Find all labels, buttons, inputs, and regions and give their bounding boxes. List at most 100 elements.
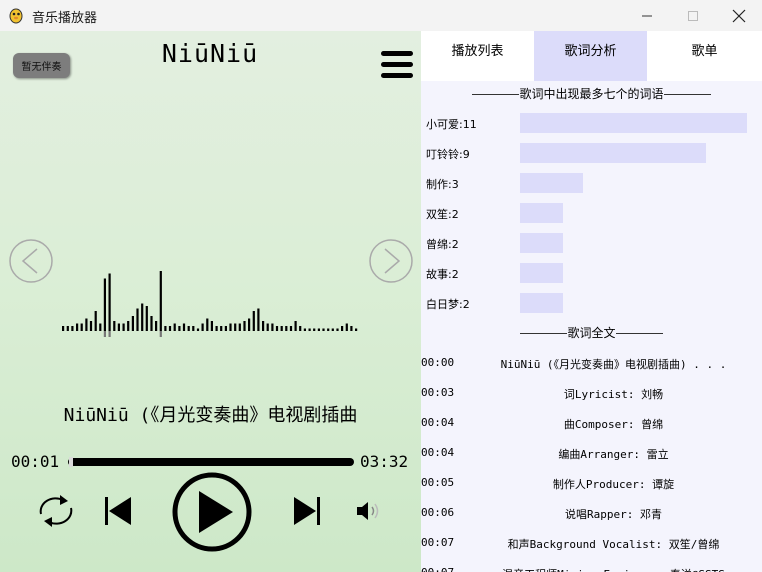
- lyric-line[interactable]: 00:03 词Lyricist: 刘畅: [421, 383, 762, 403]
- song-title: NiūNiū: [161, 39, 259, 68]
- play-icon[interactable]: [171, 471, 253, 553]
- spectrum-bar-reflection: [108, 331, 111, 337]
- spectrum-bar: [182, 323, 186, 331]
- spectrum-bar: [103, 278, 106, 331]
- spectrum-bar: [85, 318, 88, 331]
- menu-button[interactable]: [381, 49, 413, 81]
- maximize-icon: [688, 10, 698, 21]
- spectrum-bar: [206, 318, 209, 331]
- lyric-line[interactable]: 00:04 编曲Arranger: 雷立: [421, 443, 762, 463]
- lyric-line[interactable]: 00:06 说唱Rapper: 邓青: [421, 503, 762, 523]
- top-word-bar: [520, 203, 563, 223]
- divider: [520, 333, 568, 334]
- spectrum-bar: [350, 326, 353, 331]
- volume-icon[interactable]: [355, 500, 381, 522]
- spectrum-bar: [299, 326, 302, 331]
- chevron-right-icon[interactable]: [369, 239, 413, 283]
- top-word-bar: [520, 173, 583, 193]
- spectrum-bar: [113, 321, 116, 331]
- lyric-time: 00:06: [421, 506, 455, 519]
- spectrum-bar: [145, 306, 148, 331]
- spectrum-bar: [266, 323, 269, 331]
- lyrics-analysis-content: 歌词中出现最多七个的词语 小可爱:11 叮铃铃:9 制作:3 双笙:2 曾绵:2 故事:2…: [421, 81, 762, 572]
- tab-song-list[interactable]: 歌单: [647, 31, 762, 81]
- minimize-button[interactable]: [624, 0, 670, 31]
- spectrum-bar: [108, 273, 111, 331]
- spectrum-bar: [159, 271, 162, 331]
- divider: [663, 94, 711, 95]
- spectrum-bar: [271, 323, 274, 331]
- spectrum-bar: [94, 311, 97, 331]
- spectrum-bar: [168, 326, 172, 331]
- spectrum-bar: [257, 308, 260, 331]
- close-button[interactable]: [716, 0, 762, 31]
- spectrum-bar: [89, 321, 93, 331]
- lyric-line[interactable]: 00:07 和声Background Vocalist: 双笙/曾绵: [421, 533, 762, 553]
- spectrum-bar: [243, 321, 246, 331]
- tab-bar: 播放列表 歌词分析 歌单: [421, 31, 762, 81]
- side-panel: 播放列表 歌词分析 歌单 歌词中出现最多七个的词语 小可爱:11 叮铃铃:9 制作:…: [421, 31, 762, 572]
- spectrum-bar: [173, 323, 176, 331]
- tab-playlist[interactable]: 播放列表: [421, 31, 534, 81]
- spectrum-bar: [80, 323, 83, 331]
- lyric-time: 00:07: [421, 536, 455, 549]
- top-word-label: 曾绵:2: [426, 238, 459, 251]
- lyric-line[interactable]: 00:04 曲Composer: 曾绵: [421, 413, 762, 433]
- spectrum-bar: [62, 326, 65, 331]
- lyric-text: 说唱Rapper: 邓青: [565, 508, 662, 521]
- spectrum-bar: [341, 326, 344, 331]
- skip-previous-icon[interactable]: [103, 495, 135, 527]
- spectrum-bar: [331, 328, 334, 331]
- spectrum-bar: [127, 321, 130, 331]
- spectrum-bar: [327, 328, 330, 331]
- spectrum-bar: [136, 308, 139, 331]
- spectrum-bar: [215, 326, 218, 331]
- spectrum-bar: [229, 323, 232, 331]
- app-icon: [9, 8, 23, 24]
- menu-icon-bar: [381, 62, 413, 67]
- top-word-label: 故事:2: [426, 268, 459, 281]
- top-word-row: 双笙:2: [421, 203, 762, 223]
- menu-icon-bar: [381, 73, 413, 78]
- lyric-text: 制作人Producer: 谭旋: [552, 478, 675, 491]
- progress-handle[interactable]: [69, 457, 73, 467]
- loop-icon[interactable]: [33, 490, 79, 532]
- top-word-label: 白日梦:2: [426, 298, 470, 311]
- lyric-time: 00:04: [421, 416, 455, 429]
- spectrum-bar-reflection: [159, 331, 162, 337]
- spectrum-bar: [275, 326, 279, 331]
- spectrum-bar: [71, 326, 74, 331]
- lyric-text: 和声Background Vocalist: 双笙/曾绵: [507, 538, 720, 551]
- lyric-text: 词Lyricist: 刘畅: [563, 388, 664, 401]
- top-word-row: 小可爱:11: [421, 113, 762, 133]
- spectrum-bar: [192, 326, 195, 331]
- tab-lyrics-analysis[interactable]: 歌词分析: [534, 31, 647, 81]
- top-word-label: 双笙:2: [426, 208, 459, 221]
- lyric-time: 00:03: [421, 386, 455, 399]
- top-words-heading: 歌词中出现最多七个的词语: [421, 85, 762, 102]
- spectrum-bar: [150, 316, 153, 331]
- spectrum-bar: [141, 303, 144, 331]
- top-word-bar: [520, 113, 747, 133]
- lyric-time: 00:00: [421, 356, 455, 369]
- skip-next-icon[interactable]: [290, 495, 322, 527]
- lyric-line[interactable]: 00:00 NiūNiū (《月光变奏曲》电视剧插曲) . . .: [421, 353, 762, 373]
- spectrum-bar: [355, 328, 358, 331]
- progress-bar[interactable]: [68, 458, 354, 466]
- chevron-left-icon[interactable]: [9, 239, 53, 283]
- top-words-heading-text: 歌词中出现最多七个的词语: [519, 87, 664, 101]
- lyric-line[interactable]: 00:07 混音工程师Mixing Engineer: 秦洋@SSTS: [421, 563, 762, 572]
- menu-icon: [381, 51, 413, 56]
- spectrum-bar: [220, 326, 223, 331]
- song-full-title: NiūNiū (《月光变奏曲》电视剧插曲: [63, 405, 358, 426]
- top-word-label: 制作:3: [426, 178, 459, 191]
- close-icon: [732, 9, 746, 22]
- spectrum-bar: [164, 326, 167, 331]
- spectrum-bar: [76, 323, 79, 331]
- accompaniment-button[interactable]: 暂无伴奏: [13, 53, 70, 78]
- lyric-line[interactable]: 00:05 制作人Producer: 谭旋: [421, 473, 762, 493]
- maximize-button[interactable]: [670, 0, 716, 31]
- top-word-label: 小可爱:11: [426, 118, 477, 131]
- spectrum-bar: [224, 326, 227, 331]
- title-bar: 音乐播放器: [0, 0, 762, 31]
